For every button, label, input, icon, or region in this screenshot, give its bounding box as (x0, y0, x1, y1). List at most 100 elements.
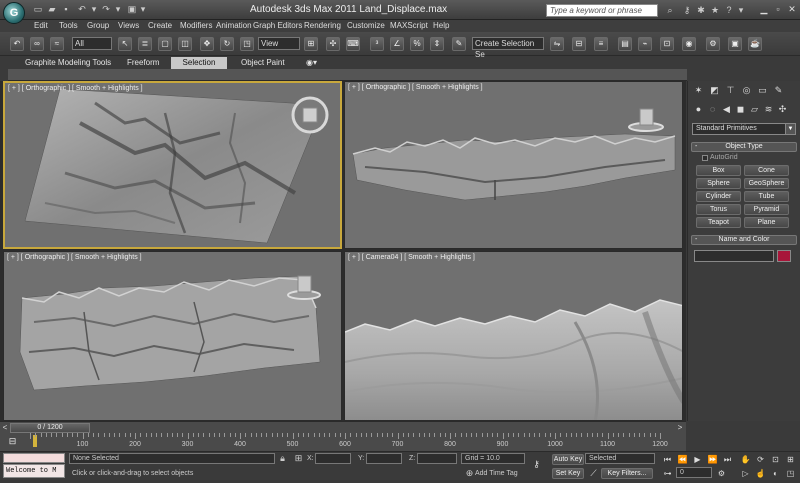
material-editor-icon[interactable]: ◉ (682, 37, 696, 51)
app-logo-icon[interactable]: G (3, 2, 25, 24)
subscription-icon[interactable]: ⚷ (681, 4, 693, 16)
viewport-bottom-right[interactable]: [ + ] [ Camera04 ] [ Smooth + Highlights… (344, 251, 683, 421)
spinner-snap-icon[interactable]: ⇕ (430, 37, 444, 51)
graphite-toggle-icon[interactable]: ▤ (618, 37, 632, 51)
primitive-category-dropdown[interactable]: Standard Primitives ▼ (692, 123, 796, 135)
systems-icon[interactable]: ✣ (776, 103, 789, 116)
maxscript-listener-top[interactable] (3, 453, 65, 463)
curve-editor-icon[interactable]: ⌁ (638, 37, 652, 51)
absolute-mode-icon[interactable]: ⊞ (292, 452, 305, 465)
menu-graph-editors[interactable]: Graph Editors (253, 21, 302, 30)
percent-snap-icon[interactable]: % (410, 37, 424, 51)
undo-icon[interactable]: ↶ (76, 4, 88, 15)
tab-selection[interactable]: Selection (171, 57, 227, 69)
time-slider-thumb[interactable]: 0 / 1200 (10, 423, 90, 433)
goto-end-icon[interactable]: ⏭ (722, 454, 733, 465)
move-icon[interactable]: ✥ (200, 37, 214, 51)
menu-create[interactable]: Create (148, 21, 172, 30)
align-icon[interactable]: ⊟ (572, 37, 586, 51)
box-button[interactable]: Box (696, 165, 741, 176)
key-mode-toggle-icon[interactable]: ⊶ (662, 468, 673, 479)
menu-edit[interactable]: Edit (34, 21, 48, 30)
communication-center-icon[interactable]: ✱ (695, 4, 707, 16)
key-filters-button[interactable]: Key Filters... (601, 468, 653, 479)
ribbon-options-icon[interactable]: ◉▾ (296, 57, 327, 69)
select-manipulate-icon[interactable]: ✣ (326, 37, 340, 51)
shapes-icon[interactable]: ◌ (706, 103, 719, 116)
key-icon[interactable]: ⚷ (530, 458, 543, 471)
tab-graphite-modeling-tools[interactable]: Graphite Modeling Tools (15, 57, 121, 69)
play-icon[interactable]: ▶ (692, 454, 703, 465)
motion-panel-icon[interactable]: ◎ (740, 84, 753, 97)
viewport-top-left[interactable]: [ + ] [ Orthographic ] [ Smooth + Highli… (3, 81, 342, 249)
menu-modifiers[interactable]: Modifiers (180, 21, 212, 30)
lock-selection-icon[interactable]: 🔒︎ (276, 452, 289, 465)
rendered-frame-window-icon[interactable]: ▣ (728, 37, 742, 51)
arc-rotate-icon[interactable]: ◐ (770, 468, 781, 479)
set-key-button[interactable]: Set Key (552, 468, 584, 479)
selection-filter-dropdown[interactable]: All (72, 37, 112, 50)
autogrid-checkbox[interactable] (702, 155, 708, 161)
create-panel-icon[interactable]: ✶ (692, 84, 705, 97)
menu-maxscript[interactable]: MAXScript (390, 21, 428, 30)
viewport-label[interactable]: [ + ] [ Orthographic ] [ Smooth + Highli… (7, 254, 142, 261)
undo-tool-icon[interactable]: ↶ (10, 37, 24, 51)
sphere-button[interactable]: Sphere (696, 178, 741, 189)
rectangular-selection-icon[interactable]: ▢ (158, 37, 172, 51)
viewport-bottom-left[interactable]: [ + ] [ Orthographic ] [ Smooth + Highli… (3, 251, 342, 421)
menu-tools[interactable]: Tools (59, 21, 78, 30)
goto-start-icon[interactable]: ⏮ (662, 454, 673, 465)
hierarchy-panel-icon[interactable]: ⊤ (724, 84, 737, 97)
tab-object-paint[interactable]: Object Paint (231, 57, 295, 69)
torus-button[interactable]: Torus (696, 204, 741, 215)
select-and-link-icon[interactable]: ∞ (30, 37, 44, 51)
unlink-icon[interactable]: ≈ (50, 37, 64, 51)
scale-icon[interactable]: ◳ (240, 37, 254, 51)
quick-access-dropdown-icon[interactable]: ▾ (137, 4, 149, 15)
modify-panel-icon[interactable]: ◩ (708, 84, 721, 97)
cylinder-button[interactable]: Cylinder (696, 191, 741, 202)
object-type-rollout[interactable]: - Object Type (691, 142, 797, 152)
viewport-label[interactable]: [ + ] [ Orthographic ] [ Smooth + Highli… (348, 84, 483, 91)
close-icon[interactable]: ✕ (786, 3, 798, 15)
tab-freeform[interactable]: Freeform (117, 57, 169, 69)
snaps-toggle-icon[interactable]: ³ (370, 37, 384, 51)
select-by-name-icon[interactable]: ≣ (138, 37, 152, 51)
edit-named-selection-icon[interactable]: ✎ (452, 37, 466, 51)
current-frame-input[interactable]: 0 (676, 467, 712, 478)
geosphere-button[interactable]: GeoSphere (744, 178, 789, 189)
maxscript-mini-listener[interactable]: Welcome to M (3, 464, 65, 478)
previous-frame-icon[interactable]: < (1, 423, 9, 433)
undo-dropdown-icon[interactable]: ▾ (88, 4, 100, 15)
keyboard-shortcut-toggle-icon[interactable]: ⌨ (346, 37, 360, 51)
object-name-input[interactable] (694, 250, 774, 262)
auto-key-button[interactable]: Auto Key (552, 454, 584, 465)
helpers-icon[interactable]: ▱ (748, 103, 761, 116)
viewport-top-right[interactable]: [ + ] [ Orthographic ] [ Smooth + Highli… (344, 81, 683, 249)
orbit-icon[interactable]: ⟳ (755, 454, 766, 465)
time-configuration-icon[interactable]: ⚙ (716, 468, 727, 479)
x-coordinate-input[interactable] (315, 453, 351, 464)
layer-manager-icon[interactable]: ≡ (594, 37, 608, 51)
tube-button[interactable]: Tube (744, 191, 789, 202)
schematic-view-icon[interactable]: ⊡ (660, 37, 674, 51)
pan-icon[interactable]: ✋ (740, 454, 751, 465)
select-object-icon[interactable]: ↖ (118, 37, 132, 51)
space-warps-icon[interactable]: ≋ (762, 103, 775, 116)
new-file-icon[interactable]: ▭ (32, 4, 44, 15)
y-coordinate-input[interactable] (366, 453, 402, 464)
hand-pan-icon[interactable]: ☝ (755, 468, 766, 479)
next-frame-icon[interactable]: > (676, 423, 684, 433)
add-time-tag-button[interactable]: Add Time Tag (475, 470, 518, 477)
rotate-icon[interactable]: ↻ (220, 37, 234, 51)
geometry-icon[interactable]: ● (692, 103, 705, 116)
display-panel-icon[interactable]: ▭ (756, 84, 769, 97)
mini-curve-editor-icon[interactable]: ⊟ (6, 435, 19, 448)
maximize-viewport-icon[interactable]: ◳ (785, 468, 796, 479)
render-setup-icon[interactable]: ⚙ (706, 37, 720, 51)
lights-icon[interactable]: ◀ (720, 103, 733, 116)
named-selection-sets-dropdown[interactable]: Create Selection Se (472, 37, 544, 59)
key-mode-icon[interactable]: ⟋ (587, 467, 600, 480)
object-color-swatch[interactable] (777, 250, 791, 262)
reference-coordinate-dropdown[interactable]: View (258, 37, 300, 50)
